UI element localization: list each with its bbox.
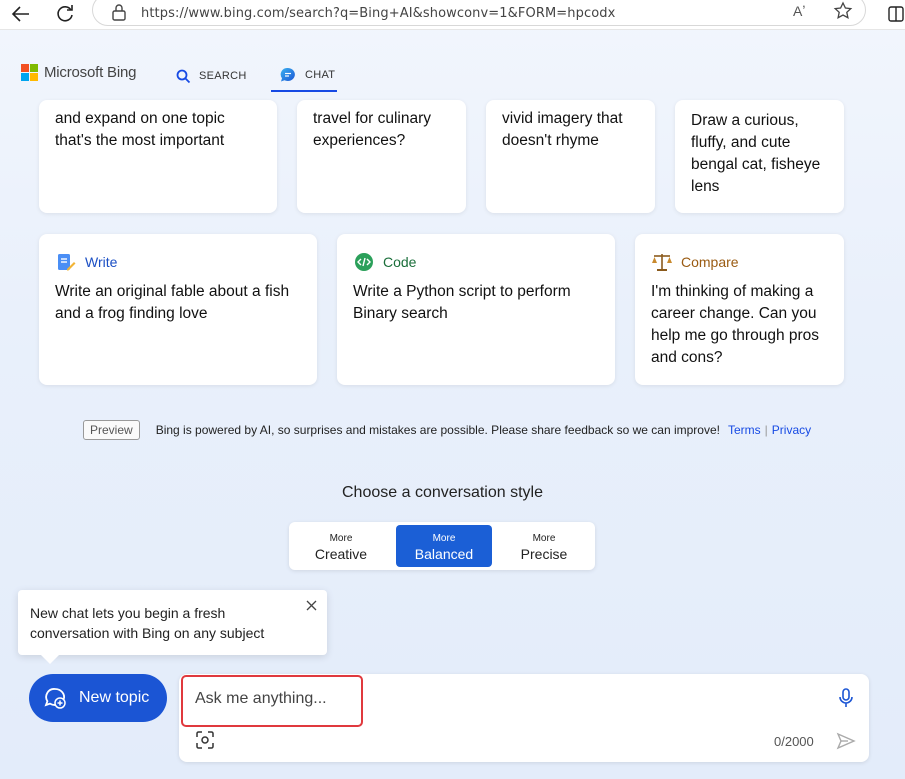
new-chat-icon (44, 688, 66, 709)
preview-badge: Preview (83, 420, 140, 440)
new-topic-label: New topic (79, 689, 150, 706)
style-more-label: More (532, 533, 556, 544)
style-name: Precise (520, 546, 568, 562)
card-category-label: Write (85, 254, 118, 270)
disclaimer-row: Preview Bing is powered by AI, so surpri… (83, 420, 811, 440)
tooltip-arrow (40, 654, 60, 664)
bing-logo[interactable]: Microsoft Bing (21, 64, 136, 81)
terms-link[interactable]: Terms (728, 423, 761, 437)
ask-input[interactable] (195, 688, 355, 710)
send-icon[interactable] (836, 731, 856, 751)
tab-search[interactable]: SEARCH (176, 60, 247, 92)
suggestion-card[interactable]: vivid imagery that doesn't rhyme (486, 100, 655, 213)
code-brackets-icon (353, 251, 375, 273)
split-screen-icon[interactable] (887, 6, 905, 22)
suggestion-card[interactable]: Draw a curious, fluffy, and cute bengal … (675, 100, 844, 213)
suggestion-card[interactable]: travel for culinary experiences? (297, 100, 466, 213)
disclaimer-text: Bing is powered by AI, so surprises and … (155, 423, 720, 437)
suggestion-text: Draw a curious, fluffy, and cute bengal … (691, 112, 821, 195)
suggestion-text: I'm thinking of making a career change. … (651, 283, 820, 366)
pencil-notepad-icon (55, 251, 77, 273)
tab-chat-label: CHAT (305, 69, 336, 81)
conversation-style-selector: More Creative More Balanced More Precise (289, 522, 595, 570)
card-category: Code (353, 251, 416, 273)
close-icon[interactable] (306, 600, 317, 611)
image-search-icon[interactable] (196, 731, 214, 749)
style-creative-button[interactable]: More Creative (293, 525, 389, 567)
favorite-star-icon[interactable] (833, 1, 853, 21)
style-name: Creative (314, 546, 368, 562)
logo-text: Microsoft Bing (44, 64, 137, 81)
suggestion-text: vivid imagery that doesn't rhyme (502, 110, 623, 149)
divider: | (764, 423, 768, 437)
search-icon (176, 69, 191, 83)
lock-icon[interactable] (111, 3, 127, 21)
character-counter: 0/2000 (774, 734, 814, 749)
tab-chat[interactable]: CHAT (271, 60, 337, 92)
style-name: Balanced (414, 546, 474, 562)
tab-search-label: SEARCH (199, 70, 247, 82)
microsoft-logo-icon (21, 64, 38, 81)
reload-icon[interactable] (54, 2, 76, 24)
microphone-icon[interactable] (838, 688, 854, 708)
card-category: Write (55, 251, 117, 273)
new-chat-tooltip: New chat lets you begin a fresh conversa… (18, 590, 327, 655)
style-more-label: More (329, 533, 353, 544)
style-more-label: More (432, 533, 456, 544)
browser-toolbar: https://www.bing.com/search?q=Bing+AI&sh… (0, 0, 905, 30)
tooltip-text: New chat lets you begin a fresh conversa… (30, 605, 265, 641)
scales-icon (651, 251, 673, 273)
code-card[interactable]: Code Write a Python script to perform Bi… (337, 234, 615, 385)
compare-card[interactable]: Compare I'm thinking of making a career … (635, 234, 844, 385)
suggestion-text: Write an original fable about a fish and… (55, 283, 290, 322)
address-bar[interactable]: https://www.bing.com/search?q=Bing+AI&sh… (92, 0, 866, 26)
suggestion-text: travel for culinary experiences? (313, 110, 432, 149)
read-aloud-icon[interactable]: Aʼ (793, 3, 805, 19)
suggestion-text: Write a Python script to perform Binary … (353, 283, 571, 322)
style-balanced-button[interactable]: More Balanced (396, 525, 492, 567)
conversation-style-title: Choose a conversation style (342, 484, 543, 501)
card-category-label: Code (383, 254, 417, 270)
write-card[interactable]: Write Write an original fable about a fi… (39, 234, 317, 385)
chat-bubble-icon (280, 67, 295, 82)
privacy-link[interactable]: Privacy (772, 423, 811, 437)
suggestion-card[interactable]: and expand on one topic that's the most … (39, 100, 277, 213)
card-category: Compare (651, 251, 739, 273)
back-arrow-icon[interactable] (10, 3, 32, 25)
new-topic-button[interactable]: New topic (29, 674, 167, 722)
style-precise-button[interactable]: More Precise (496, 525, 592, 567)
suggestion-text: and expand on one topic that's the most … (55, 110, 225, 149)
url-text[interactable]: https://www.bing.com/search?q=Bing+AI&sh… (141, 6, 615, 21)
card-category-label: Compare (681, 254, 739, 270)
